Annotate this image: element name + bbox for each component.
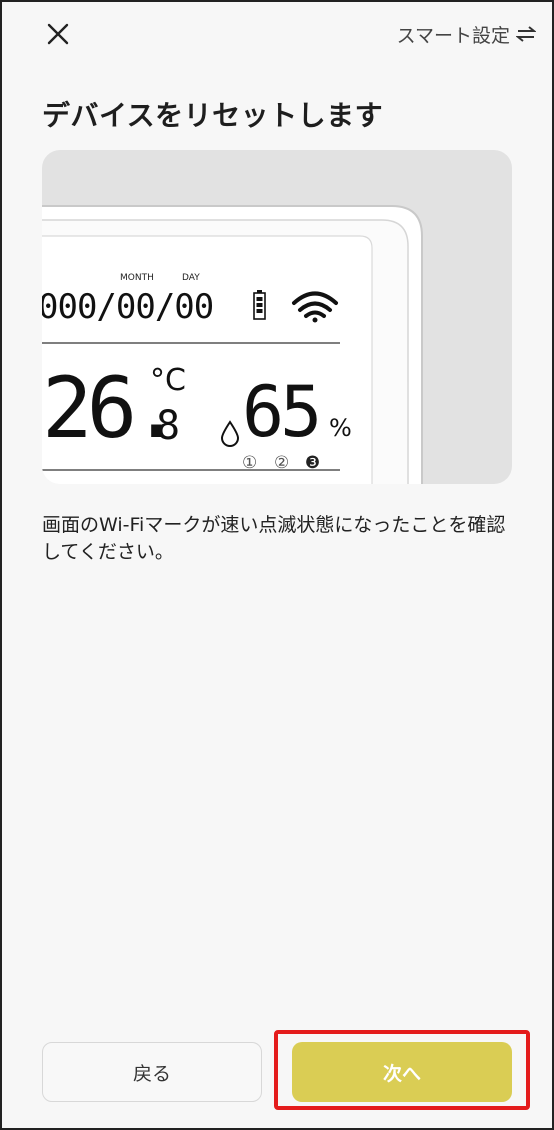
back-button[interactable]: 戻る [42,1042,262,1102]
month-label: MONTH [120,273,154,283]
close-button[interactable] [42,18,74,50]
instruction-text: 画面のWi-Fiマークが速い点滅状態になったことを確認してください。 [42,514,506,563]
date-digits: 000/00/00 [42,287,213,327]
temperature-unit: °C [150,363,186,398]
back-button-label: 戻る [132,1062,171,1085]
next-button-label: 次へ [382,1062,421,1085]
swap-arrows-icon [516,26,536,42]
indicator-2: ② [274,453,289,473]
smart-setting-link[interactable]: スマート設定 [397,18,536,50]
humidity-value: 65 [242,371,318,453]
day-label: DAY [182,273,200,283]
close-icon [47,23,69,45]
next-button[interactable]: 次へ [292,1042,512,1102]
smart-setting-label: スマート設定 [396,24,510,47]
indicator-1: ① [242,453,257,473]
page-title: デバイスをリセットします [42,99,384,132]
humidity-unit: % [329,414,352,442]
device-illustration: MONTH DAY 000/00/00 26. 8 °C 65 % ① ② ❸ [42,150,512,484]
indicator-3: ❸ [305,453,320,473]
device-screen-svg: MONTH DAY 000/00/00 26. 8 °C 65 % ① ② ❸ [42,205,423,484]
temperature-decimal: 8 [156,403,180,449]
